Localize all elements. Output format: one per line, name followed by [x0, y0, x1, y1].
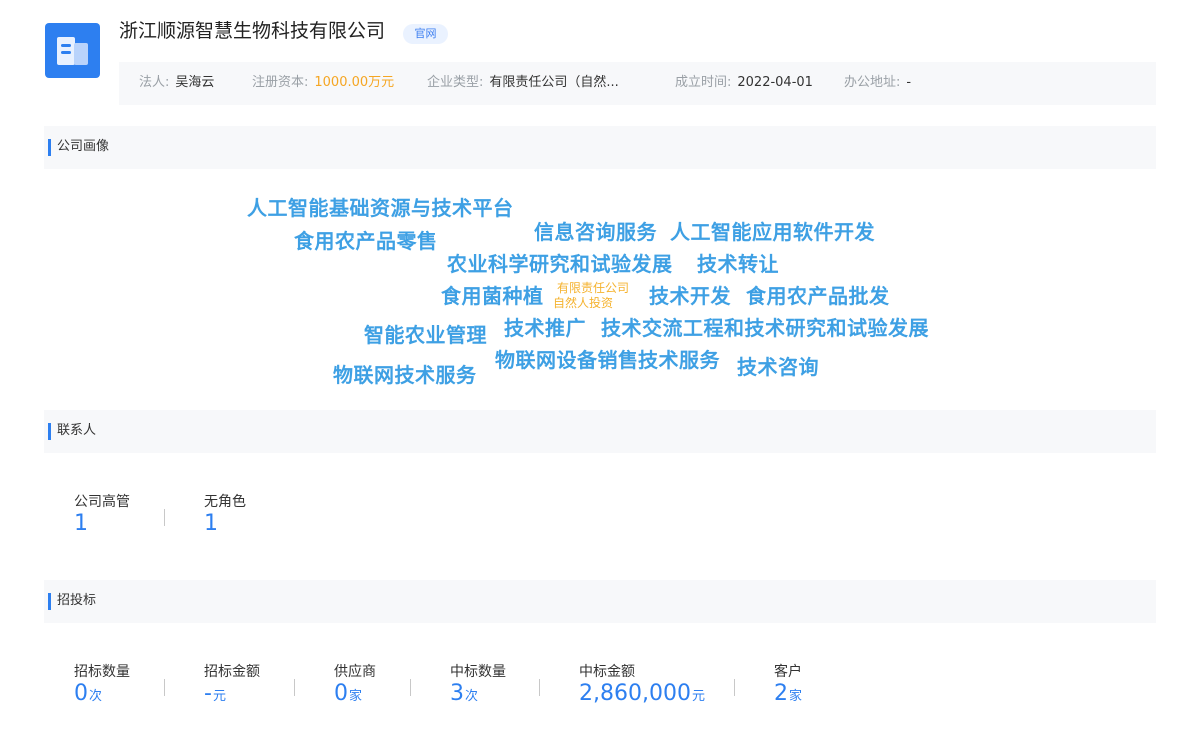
registered-capital: 注册资本: 1000.00万元: [252, 75, 395, 90]
cloud-tag: 农业科学研究和试验发展: [447, 252, 673, 276]
cloud-tag: 技术推广: [504, 316, 586, 340]
cloud-tag: 技术交流工程和技术研究和试验发展: [601, 316, 929, 340]
cloud-tag: 食用农产品零售: [294, 229, 438, 253]
cloud-tag: 技术服务: [638, 348, 720, 372]
company-info-bar: 法人: 吴海云 注册资本: 1000.00万元 企业类型: 有限责任公司（自然... …: [119, 62, 1156, 105]
divider: [410, 679, 411, 696]
cloud-tag: 技术咨询: [737, 355, 819, 379]
company-name: 浙江顺源智慧生物科技有限公司: [119, 20, 386, 42]
cloud-tag: 有限责任公司: [557, 281, 630, 295]
divider: [294, 679, 295, 696]
stat-no-role[interactable]: 无角色 1: [204, 493, 246, 537]
official-site-tag[interactable]: 官网: [403, 24, 448, 44]
cloud-tag: 信息咨询服务: [534, 220, 657, 244]
founded-date-value: 2022-04-01: [737, 75, 813, 90]
stat-win-amount[interactable]: 中标金额 2,860,000元: [579, 663, 705, 710]
company-type-value: 有限责任公司（自然...: [489, 75, 619, 90]
cloud-tag: 人工智能应用软件开发: [670, 220, 875, 244]
founded-date: 成立时间: 2022-04-01: [675, 75, 813, 90]
registered-capital-value: 1000.00万元: [314, 75, 395, 90]
cloud-tag: 智能农业管理: [364, 323, 487, 347]
section-company-portrait: 公司画像: [44, 126, 1156, 169]
cloud-tag: 食用菌种植: [441, 284, 544, 308]
legal-person-value[interactable]: 吴海云: [175, 75, 214, 90]
section-title: 联系人: [57, 423, 97, 438]
stat-executives[interactable]: 公司高管 1: [74, 493, 130, 537]
office-address-value: -: [906, 75, 912, 90]
legal-person: 法人: 吴海云: [139, 75, 215, 90]
stat-customers[interactable]: 客户 2家: [774, 663, 802, 710]
stat-win-count[interactable]: 中标数量 3次: [450, 663, 506, 710]
divider: [734, 679, 735, 696]
cloud-tag: 自然人投资: [553, 296, 614, 310]
stat-tender-count[interactable]: 招标数量 0次: [74, 663, 130, 710]
cloud-tag: 技术开发: [649, 284, 731, 308]
cloud-tag: 物联网设备销售: [495, 348, 639, 372]
section-title: 招投标: [57, 593, 97, 608]
divider: [164, 679, 165, 696]
divider: [164, 509, 165, 526]
stat-suppliers[interactable]: 供应商 0家: [334, 663, 376, 710]
company-logo: [45, 23, 100, 78]
section-title: 公司画像: [57, 139, 110, 154]
section-bidding: 招投标: [44, 580, 1156, 623]
cloud-tag: 物联网技术服务: [333, 363, 477, 387]
cloud-tag: 技术转让: [697, 252, 779, 276]
office-address: 办公地址: -: [844, 75, 912, 90]
cloud-tag: 食用农产品批发: [746, 284, 890, 308]
divider: [539, 679, 540, 696]
stat-tender-amount[interactable]: 招标金额 -元: [204, 663, 260, 710]
company-type: 企业类型: 有限责任公司（自然...: [427, 75, 619, 90]
cloud-tag: 人工智能基础资源与技术平台: [247, 196, 514, 220]
section-contacts: 联系人: [44, 410, 1156, 453]
